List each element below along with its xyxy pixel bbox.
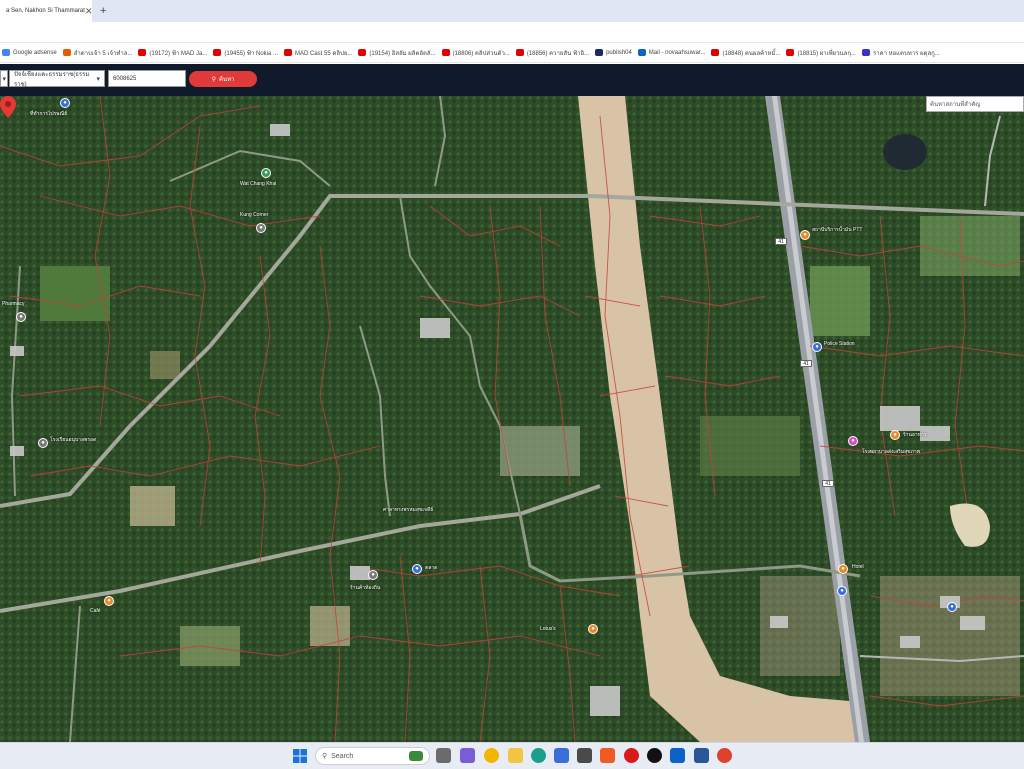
bookmark-item[interactable]: (18856) ควายสัน ฟ้าอิ... xyxy=(515,48,589,58)
task-view-icon[interactable] xyxy=(436,748,451,763)
poi-label: สถานีบริการน้ำมัน PTT xyxy=(812,227,863,233)
close-tab-icon[interactable]: ✕ xyxy=(85,6,92,17)
poi-label: Police Station xyxy=(824,341,855,347)
tiktok-icon[interactable] xyxy=(647,748,662,763)
poi-marker[interactable]: ● xyxy=(848,436,858,446)
poi-marker[interactable]: ● xyxy=(256,223,266,233)
store-icon[interactable] xyxy=(554,748,569,763)
poi-label: Wat Chang Khai xyxy=(240,181,277,187)
poi-marker[interactable]: ● xyxy=(38,438,48,448)
satellite-map[interactable]: ค้นหาสถานที่สำคัญ ● Wat Chang Khai ● Kun… xyxy=(0,96,1024,742)
poi-marker[interactable]: ● xyxy=(588,624,598,634)
province-select[interactable]: ▾ xyxy=(0,70,8,87)
map-imagery xyxy=(0,96,1024,742)
bookmark-favicon-icon xyxy=(595,49,604,56)
poi-label: ร้านค้าท้องถิ่น xyxy=(350,585,381,591)
bookmark-item[interactable]: (19455) ฟ้า Nokia ... xyxy=(213,48,278,58)
tab-title: a Sen, Nakhon Si Thammarat xyxy=(6,8,85,14)
search-icon: ⚲ xyxy=(211,76,216,83)
poi-label: โรงเรียนอนุบาลพรอด xyxy=(50,437,97,443)
bookmark-item[interactable]: (18848) คนผลค้าหมั้... xyxy=(711,48,780,58)
poi-label: Pharmacy xyxy=(2,301,25,307)
opera-icon[interactable] xyxy=(624,748,639,763)
poi-marker[interactable]: ● xyxy=(412,564,422,574)
edge-icon[interactable] xyxy=(531,748,546,763)
poi-marker[interactable]: ● xyxy=(60,98,70,108)
poi-marker[interactable]: ● xyxy=(838,564,848,574)
poi-label: Lotus's xyxy=(540,626,556,632)
windows-start-icon[interactable] xyxy=(293,749,307,763)
bookmark-item[interactable]: ราคา ห่อแคบหาร ผดุลกู... xyxy=(861,48,940,58)
bookmark-item[interactable]: (19154) อิสลัม ผลิตอัตลั... xyxy=(358,48,436,58)
poi-label: ตลาด xyxy=(425,565,438,571)
youtube-icon xyxy=(358,49,367,56)
bookmark-item[interactable]: (18815) ผาเพี่ยวนลกุ... xyxy=(786,48,856,58)
chrome-active-icon[interactable] xyxy=(717,748,732,763)
youtube-icon xyxy=(711,49,720,56)
bookmark-item[interactable]: (19172) ฟ้า MAD Ja... xyxy=(138,48,207,58)
youtube-icon xyxy=(786,49,795,56)
poi-label: Café xyxy=(90,608,101,614)
map-search-input[interactable]: ค้นหาสถานที่สำคัญ xyxy=(926,96,1024,112)
search-highlight-icon xyxy=(409,751,423,761)
poi-label: Hotel xyxy=(852,564,864,570)
poi-marker[interactable]: ● xyxy=(947,602,957,612)
youtube-icon xyxy=(284,49,292,56)
road-shield: 41 xyxy=(775,238,787,245)
land-search-toolbar: ▾ ปัจจ์เชียงแคะธรรมราช(ธรรมราช) ▾ 6008625… xyxy=(0,64,1024,96)
word-icon[interactable] xyxy=(694,748,709,763)
bookmark-favicon-icon xyxy=(62,49,71,56)
file-explorer-icon[interactable] xyxy=(508,748,523,763)
taskbar-search[interactable]: ⚲ Search xyxy=(315,747,430,765)
chevron-down-icon: ▾ xyxy=(96,75,100,83)
youtube-icon xyxy=(213,49,222,56)
bookmark-item[interactable]: Mail - novaahsuwar... xyxy=(637,49,705,56)
search-icon: ⚲ xyxy=(322,753,328,760)
search-button[interactable]: ⚲ ค้นหา xyxy=(189,71,257,87)
chevron-down-icon: ▾ xyxy=(2,75,6,83)
poi-marker[interactable]: ● xyxy=(104,596,114,606)
bookmark-favicon-icon xyxy=(2,49,10,56)
browser-tab[interactable]: a Sen, Nakhon Si Thammarat ✕ xyxy=(0,0,92,22)
pin-label: ศาลาทรงพรหมสุขเจดีย์ xyxy=(383,507,434,513)
poi-label: โรงพยาบาลส่งเสริมสุขภาพ xyxy=(862,449,920,455)
poi-marker[interactable]: ● xyxy=(16,312,26,322)
brave-icon[interactable] xyxy=(600,748,615,763)
poi-marker[interactable]: ● xyxy=(890,430,900,440)
camera-icon[interactable] xyxy=(577,748,592,763)
poi-marker[interactable]: ● xyxy=(261,168,271,178)
poi-marker[interactable]: ● xyxy=(800,230,810,240)
new-tab-button[interactable]: + xyxy=(100,5,106,17)
bookmark-item[interactable]: (18806) คลิปส่วนตัว... xyxy=(441,48,510,58)
poi-label: Kung Corner xyxy=(240,212,269,218)
poi-marker[interactable]: ● xyxy=(812,342,822,352)
outlook-icon[interactable] xyxy=(670,748,685,763)
chrome-icon[interactable] xyxy=(484,748,499,763)
youtube-icon xyxy=(515,49,524,56)
bookmark-item[interactable]: Google adsense xyxy=(2,49,57,56)
location-pin-icon[interactable] xyxy=(0,96,16,118)
road-shield: 41 xyxy=(822,480,834,487)
bookmark-item[interactable]: publish04 xyxy=(595,49,632,56)
bookmark-favicon-icon xyxy=(861,49,870,56)
browser-tab-bar: a Sen, Nakhon Si Thammarat ✕ + xyxy=(0,0,1024,22)
poi-marker[interactable]: ● xyxy=(837,586,847,596)
parcel-number-input[interactable]: 6008625 xyxy=(108,70,186,87)
youtube-icon xyxy=(138,49,147,56)
poi-label: ที่ทำการไปรษณีย์ xyxy=(30,111,68,117)
bookmark-item[interactable]: MAD Cast 55 คลิปย... xyxy=(284,48,352,58)
bookmarks-bar: Google adsense ลำดาบเจ้า 5 เจ้าทำล... (1… xyxy=(0,43,1024,63)
district-select[interactable]: ปัจจ์เชียงแคะธรรมราช(ธรรมราช) ▾ xyxy=(9,70,105,88)
windows-taskbar: ⚲ Search xyxy=(0,742,1024,769)
poi-label: ร้านอาหาร xyxy=(903,432,927,438)
bookmark-item[interactable]: ลำดาบเจ้า 5 เจ้าทำล... xyxy=(62,48,132,58)
mail-icon xyxy=(637,49,646,56)
road-shield: 41 xyxy=(800,360,812,367)
poi-marker[interactable]: ● xyxy=(368,570,378,580)
youtube-icon xyxy=(441,49,450,56)
widgets-icon[interactable] xyxy=(460,748,475,763)
address-bar-row xyxy=(0,22,1024,43)
